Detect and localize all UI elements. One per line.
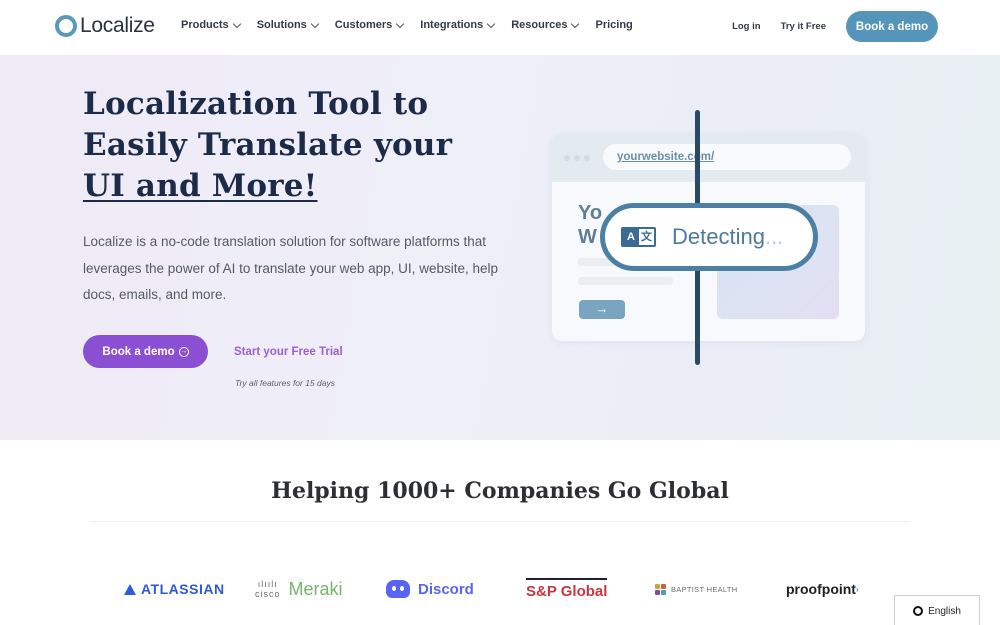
detecting-badge: A 文 Detecting... — [600, 203, 818, 271]
nav-item-solutions[interactable]: Solutions — [256, 19, 320, 31]
mock-heading: Yo W — [578, 201, 602, 249]
nav-item-label: Products — [181, 19, 229, 31]
browser-address-bar: yourwebsite.com/ — [552, 133, 865, 182]
nav-item-integrations[interactable]: Integrations — [420, 19, 496, 31]
nav-menu: Products Solutions Customers Integration… — [181, 19, 650, 31]
hero-title-underlined: UI and More! — [83, 168, 318, 204]
window-dots-icon — [564, 155, 590, 161]
book-demo-nav-button[interactable]: Book a demo — [846, 11, 938, 42]
translate-icon-b: 文 — [641, 231, 652, 243]
placeholder-line — [578, 277, 673, 285]
mock-heading-line: W — [578, 226, 597, 248]
logo-text: BAPTIST HEALTH — [671, 584, 738, 594]
top-navigation: Localize Products Solutions Customers In… — [0, 0, 1000, 55]
companies-heading: Helping 1000+ Companies Go Global — [271, 478, 729, 504]
nav-item-label: Pricing — [595, 19, 633, 31]
section-divider — [90, 521, 910, 522]
proofpoint-mark-icon: › — [855, 584, 859, 594]
url-field: yourwebsite.com/ — [603, 144, 851, 170]
hero-title-line: Localization Tool to — [83, 86, 429, 122]
mock-arrow-button: → — [579, 300, 625, 319]
language-selector[interactable]: English — [894, 595, 980, 625]
proofpoint-logo: proofpoint › — [786, 574, 859, 604]
nav-actions: Log in Try it Free Book a demo — [732, 11, 938, 42]
detecting-text: Detecting... — [672, 224, 783, 250]
arrow-circle-right-icon: → — [178, 346, 189, 357]
arrow-right-icon: → — [595, 301, 609, 316]
discord-icon — [386, 580, 410, 598]
nav-item-label: Resources — [511, 19, 568, 31]
chevron-down-icon — [571, 19, 580, 28]
globe-ring-icon — [913, 606, 924, 616]
detecting-dots: ... — [764, 224, 784, 249]
detecting-label: Detecting — [672, 224, 765, 249]
logo-text: Discord — [418, 580, 474, 598]
chevron-down-icon — [396, 19, 405, 28]
brand-name: Localize — [80, 14, 155, 37]
logo-text: Meraki — [288, 578, 343, 599]
nav-item-products[interactable]: Products — [181, 19, 241, 31]
chevron-down-icon — [310, 19, 320, 28]
cisco-meraki-logo: ılıılı cisco Meraki — [255, 574, 343, 604]
translate-icon: A 文 — [621, 227, 656, 247]
customer-logos: ATLASSIAN ılıılı cisco Meraki Discord S&P… — [0, 574, 1000, 604]
hero-title-line: Easily Translate your — [83, 127, 453, 163]
atlassian-icon — [124, 583, 136, 595]
language-label: English — [928, 605, 961, 617]
cisco-mark: ılıılı cisco — [255, 579, 281, 599]
nav-item-label: Customers — [334, 19, 393, 31]
baptist-health-icon — [655, 583, 666, 595]
mock-heading-line: Yo — [578, 202, 603, 224]
logo-ring-icon — [55, 15, 77, 37]
logo-text: ATLASSIAN — [141, 581, 225, 597]
hero-title: Localization Tool to Easily Translate yo… — [83, 84, 452, 207]
book-demo-label: Book a demo — [102, 345, 175, 358]
nav-item-resources[interactable]: Resources — [511, 19, 580, 31]
translate-icon-a: A — [623, 229, 639, 245]
baptist-health-logo: BAPTIST HEALTH — [655, 574, 737, 604]
book-demo-button[interactable]: Book a demo → — [83, 335, 208, 368]
hero-description: Localize is a no-code translation soluti… — [83, 234, 498, 302]
atlassian-logo: ATLASSIAN — [124, 574, 225, 604]
chevron-down-icon — [232, 19, 241, 28]
sp-global-logo: S&P Global — [526, 578, 608, 601]
chevron-down-icon — [486, 19, 496, 28]
login-link[interactable]: Log in — [732, 21, 761, 32]
localize-logo[interactable]: Localize — [55, 14, 155, 38]
nav-item-label: Solutions — [256, 19, 307, 31]
nav-item-label: Integrations — [420, 19, 484, 31]
logo-text: cisco — [255, 589, 281, 599]
trial-note: Try all features for 15 days — [235, 378, 335, 388]
nav-item-pricing[interactable]: Pricing — [595, 19, 632, 31]
logo-text: proofpoint — [786, 581, 856, 597]
cisco-bars-icon: ılıılı — [257, 579, 278, 589]
try-free-link[interactable]: Try it Free — [781, 21, 826, 32]
start-free-trial-link[interactable]: Start your Free Trial — [234, 346, 343, 358]
nav-item-customers[interactable]: Customers — [334, 19, 405, 31]
discord-logo: Discord — [386, 574, 474, 604]
